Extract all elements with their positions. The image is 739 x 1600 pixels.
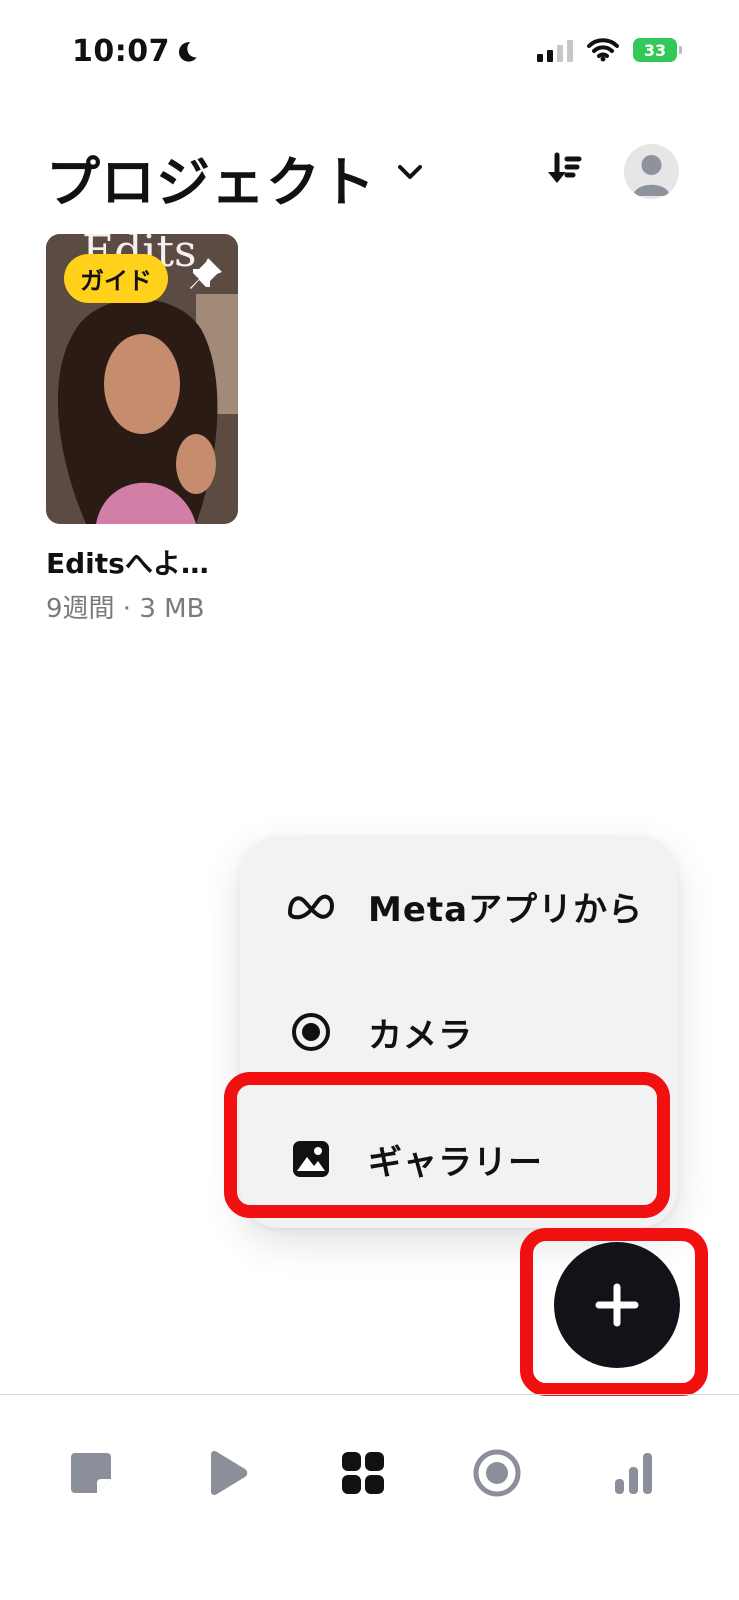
bottom-nav-divider (0, 1394, 739, 1395)
guide-badge: ガイド (64, 254, 168, 303)
status-indicators: 33 (537, 38, 682, 62)
menu-item-label: Metaアプリから (368, 889, 644, 930)
pin-icon (190, 258, 222, 289)
highlight-gallery-annotation (224, 1072, 670, 1218)
create-fab-button[interactable] (554, 1242, 680, 1368)
project-thumbnail[interactable]: Edits ガイド (46, 234, 238, 524)
record-icon (473, 1449, 521, 1497)
plus-icon (595, 1283, 639, 1327)
chevron-down-icon[interactable] (394, 160, 426, 184)
meta-icon (286, 886, 336, 926)
nav-play[interactable] (202, 1448, 252, 1498)
grid-icon (342, 1452, 384, 1494)
status-time-text: 10:07 (72, 34, 170, 69)
play-icon (211, 1451, 248, 1495)
signal-icon (537, 38, 573, 62)
status-time: 10:07 (72, 34, 200, 69)
battery-level: 33 (643, 40, 667, 60)
import-sort-button[interactable] (540, 148, 586, 194)
bar-chart-icon (615, 1453, 652, 1494)
nav-record[interactable] (472, 1448, 522, 1498)
project-card[interactable]: Edits ガイド Editsへよ… 9週間 · 3 MB (46, 234, 238, 625)
project-meta: 9週間 · 3 MB (46, 594, 205, 624)
import-sort-icon (548, 152, 582, 183)
nav-notes[interactable] (66, 1448, 116, 1498)
wifi-icon (587, 38, 619, 62)
battery-charging-icon: 33 (633, 38, 682, 62)
nav-insights[interactable] (608, 1448, 658, 1498)
bottom-nav (0, 1420, 739, 1530)
menu-item-label: カメラ (368, 1015, 473, 1056)
camera-record-icon (286, 1012, 336, 1052)
nav-grid[interactable] (338, 1448, 388, 1498)
profile-avatar-icon (633, 155, 670, 196)
moon-icon (178, 41, 197, 62)
profile-avatar[interactable] (624, 144, 679, 199)
menu-item-meta-apps[interactable]: Metaアプリから (240, 866, 678, 946)
page-title[interactable]: プロジェクト (46, 138, 376, 217)
menu-item-camera[interactable]: カメラ (240, 992, 678, 1072)
project-title[interactable]: Editsへよ… (46, 542, 238, 582)
notes-icon (71, 1453, 111, 1493)
